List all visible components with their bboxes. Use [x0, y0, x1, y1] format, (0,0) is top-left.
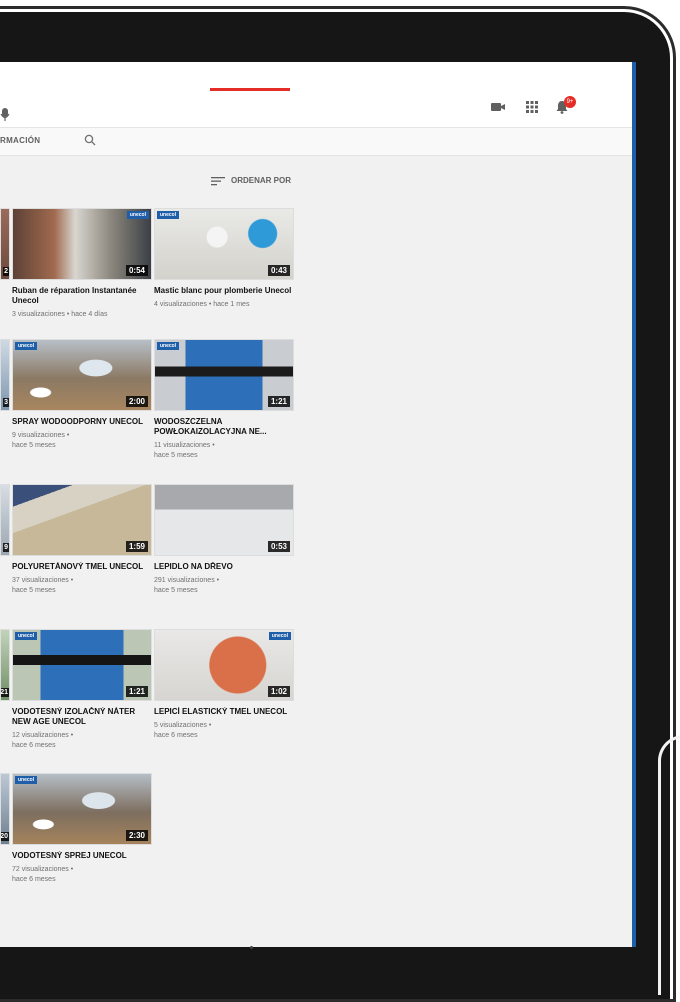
- video-meta: 3 visualizaciones • hace 4 días: [12, 311, 108, 318]
- sort-button[interactable]: ORDENAR POR: [231, 176, 291, 185]
- apps-grid-icon[interactable]: [524, 100, 540, 114]
- sort-icon[interactable]: [211, 176, 225, 186]
- microphone-icon[interactable]: [0, 108, 10, 122]
- notification-count-badge: 9+: [564, 96, 576, 108]
- upload-age: hace 4 días: [71, 311, 108, 318]
- video-thumbnail[interactable]: unecol 1:21: [154, 339, 294, 411]
- video-thumbnail[interactable]: 0:53: [154, 484, 294, 556]
- video-duration: 0:53: [267, 541, 290, 552]
- video-title[interactable]: POLYURETÁNOVÝ TMEL UNECOL: [12, 562, 150, 572]
- video-card[interactable]: unecol 0:43 Mastic blanc pour plomberie …: [154, 208, 294, 310]
- channel-tab-bar: RMACIÓN: [0, 128, 632, 156]
- view-count: 37 visualizaciones: [12, 577, 69, 584]
- channel-logo: unecol: [126, 211, 149, 219]
- video-duration: 1:02: [267, 686, 290, 697]
- video-thumbnail-partial[interactable]: 3: [0, 339, 10, 411]
- video-title[interactable]: VODOTESNÝ IZOLAČNÝ NÁTER NEW AGE UNECOL: [12, 707, 150, 727]
- video-duration: 2:00: [125, 396, 148, 407]
- video-thumbnail[interactable]: unecol 0:54: [12, 208, 152, 280]
- view-count: 12 visualizaciones: [12, 732, 69, 739]
- tab-information[interactable]: RMACIÓN: [0, 136, 40, 145]
- video-thumbnail[interactable]: unecol 2:00: [12, 339, 152, 411]
- video-card[interactable]: unecol 0:54 Ruban de réparation Instanta…: [12, 208, 152, 320]
- video-meta: 72 visualizaciones • hace 6 meses: [12, 866, 74, 883]
- upload-age: hace 6 meses: [12, 742, 56, 749]
- view-count: 291 visualizaciones: [154, 577, 215, 584]
- video-duration: 21: [0, 688, 9, 697]
- video-card[interactable]: 1:59 POLYURETÁNOVÝ TMEL UNECOL 37 visual…: [12, 484, 152, 596]
- video-thumbnail[interactable]: unecol 1:02: [154, 629, 294, 701]
- video-thumbnail-partial[interactable]: 20: [0, 773, 10, 845]
- video-meta: 4 visualizaciones • hace 1 mes: [154, 301, 250, 308]
- video-title[interactable]: VODOTESNÝ SPREJ UNECOL: [12, 851, 150, 861]
- video-duration: 0:43: [267, 265, 290, 276]
- search-icon[interactable]: [84, 134, 96, 146]
- video-thumbnail[interactable]: unecol 0:43: [154, 208, 294, 280]
- upload-age: hace 5 meses: [154, 452, 198, 459]
- upload-age: hace 6 meses: [12, 876, 56, 883]
- view-count: 4 visualizaciones: [154, 301, 207, 308]
- video-duration: 1:59: [125, 541, 148, 552]
- screen-edge-strip: [632, 62, 636, 947]
- video-thumbnail-partial[interactable]: 21: [0, 629, 10, 701]
- video-card[interactable]: unecol 2:00 SPRAY WODOODPORNY UNECOL 9 v…: [12, 339, 152, 451]
- video-meta: 37 visualizaciones • hace 5 meses: [12, 577, 74, 594]
- video-meta: 291 visualizaciones • hace 5 meses: [154, 577, 220, 594]
- video-card[interactable]: unecol 1:02 LEPICÍ ELASTICKÝ TMEL UNECOL…: [154, 629, 294, 741]
- video-duration: 1:21: [267, 396, 290, 407]
- video-card[interactable]: unecol 1:21 VODOTESNÝ IZOLAČNÝ NÁTER NEW…: [12, 629, 152, 751]
- video-meta: 12 visualizaciones • hace 6 meses: [12, 732, 74, 749]
- video-card[interactable]: unecol 2:30 VODOTESNÝ SPREJ UNECOL 72 vi…: [12, 773, 152, 885]
- upload-age: hace 6 meses: [154, 732, 198, 739]
- video-duration: 1:21: [125, 686, 148, 697]
- channel-logo: unecol: [15, 776, 38, 784]
- video-thumbnail[interactable]: unecol 1:21: [12, 629, 152, 701]
- view-count: 11 visualizaciones: [154, 442, 211, 449]
- upload-age: hace 5 meses: [12, 587, 56, 594]
- video-meta: 9 visualizaciones • hace 5 meses: [12, 432, 70, 449]
- channel-logo: unecol: [157, 211, 180, 219]
- video-duration: 3: [3, 398, 9, 407]
- video-title[interactable]: Mastic blanc pour plomberie Unecol: [154, 286, 292, 296]
- screen: 9+ RMACIÓN ORDENAR POR 2 3 9 21 20 uneco…: [0, 62, 632, 947]
- stylus-outline: [658, 735, 680, 995]
- video-duration: 9: [3, 543, 9, 552]
- channel-logo: unecol: [268, 632, 291, 640]
- upload-age: hace 1 mes: [213, 301, 250, 308]
- video-duration: 0:54: [125, 265, 148, 276]
- video-title[interactable]: LEPICÍ ELASTICKÝ TMEL UNECOL: [154, 707, 292, 717]
- view-count: 3 visualizaciones: [12, 311, 65, 318]
- create-video-icon[interactable]: [490, 100, 506, 114]
- upload-age: hace 5 meses: [12, 442, 56, 449]
- masthead: 9+: [0, 62, 632, 128]
- video-thumbnail-partial[interactable]: 2: [0, 208, 10, 280]
- channel-logo: unecol: [15, 342, 38, 350]
- video-duration: 20: [0, 832, 9, 841]
- video-thumbnail[interactable]: 1:59: [12, 484, 152, 556]
- video-title[interactable]: WODOSZCZELNA POWŁOKAIZOLACYJNA NE...: [154, 417, 292, 437]
- bezel-mark: [250, 946, 253, 949]
- video-title[interactable]: Ruban de réparation Instantanée Unecol: [12, 286, 150, 306]
- video-thumbnail-partial[interactable]: 9: [0, 484, 10, 556]
- view-count: 5 visualizaciones: [154, 722, 207, 729]
- video-meta: 11 visualizaciones • hace 5 meses: [154, 442, 215, 459]
- view-count: 9 visualizaciones: [12, 432, 65, 439]
- upload-age: hace 5 meses: [154, 587, 198, 594]
- video-thumbnail[interactable]: unecol 2:30: [12, 773, 152, 845]
- video-duration: 2:30: [125, 830, 148, 841]
- video-card[interactable]: unecol 1:21 WODOSZCZELNA POWŁOKAIZOLACYJ…: [154, 339, 294, 461]
- view-count: 72 visualizaciones: [12, 866, 69, 873]
- video-card[interactable]: 0:53 LEPIDLO NA DŘEVO 291 visualizacione…: [154, 484, 294, 596]
- channel-logo: unecol: [157, 342, 180, 350]
- video-meta: 5 visualizaciones • hace 6 meses: [154, 722, 212, 739]
- video-title[interactable]: SPRAY WODOODPORNY UNECOL: [12, 417, 150, 427]
- video-title[interactable]: LEPIDLO NA DŘEVO: [154, 562, 292, 572]
- video-duration: 2: [3, 267, 9, 276]
- channel-logo: unecol: [15, 632, 38, 640]
- loading-progress-bar: [210, 88, 290, 91]
